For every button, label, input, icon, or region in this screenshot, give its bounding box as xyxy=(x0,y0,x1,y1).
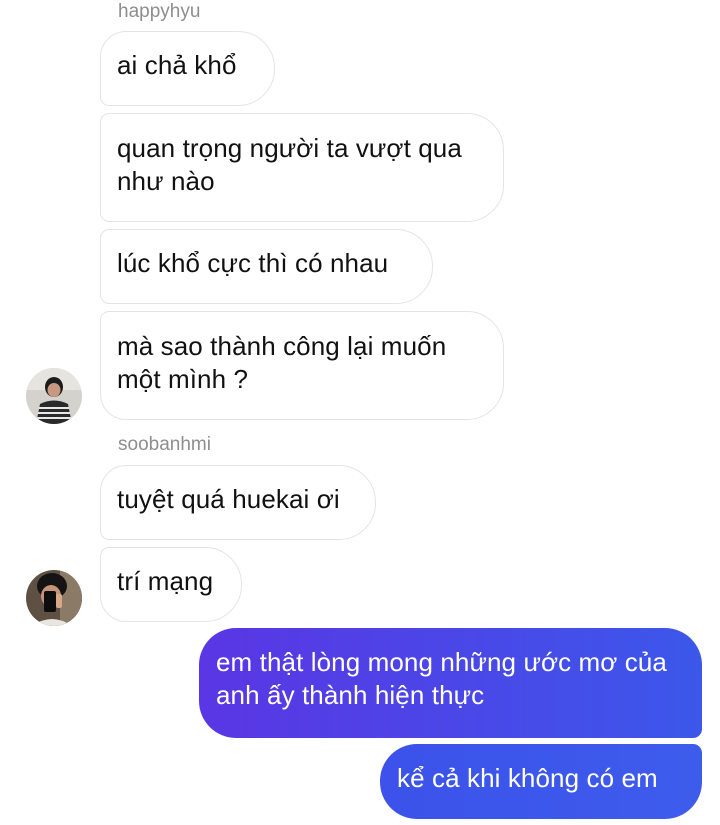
message-bubble[interactable]: tuyệt quá huekai ơi xyxy=(100,465,376,540)
message-bubble[interactable]: ai chả khổ xyxy=(100,31,275,106)
user-avatar-icon[interactable] xyxy=(26,570,82,626)
sender-name-soobanhmi: soobanhmi xyxy=(118,434,211,455)
message-bubble[interactable]: quan trọng người ta vượt qua như nào xyxy=(100,113,504,222)
message-bubble[interactable]: trí mạng xyxy=(100,547,242,622)
message-bubble[interactable]: lúc khổ cực thì có nhau xyxy=(100,229,433,304)
outgoing-message-bubble[interactable]: kể cả khi không có em xyxy=(380,744,702,819)
sender-name-happyhyu: happyhyu xyxy=(118,1,201,22)
message-bubble[interactable]: mà sao thành công lại muốn một mình ? xyxy=(100,311,504,420)
user-avatar-icon[interactable] xyxy=(26,368,82,424)
outgoing-message-bubble[interactable]: em thật lòng mong những ước mơ của anh ấ… xyxy=(199,628,702,738)
